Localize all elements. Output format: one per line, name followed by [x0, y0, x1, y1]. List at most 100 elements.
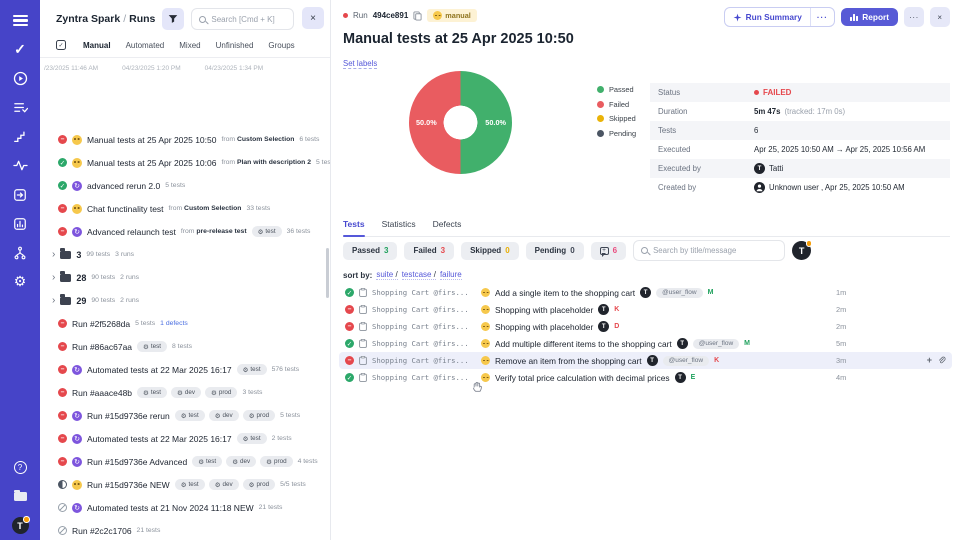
run-source: from Custom Selection	[221, 136, 294, 143]
test-status-icon	[345, 373, 354, 382]
reports-icon[interactable]	[0, 215, 40, 232]
run-summary-more-button[interactable]: ···	[810, 8, 834, 26]
test-row[interactable]: Shopping Cart @firs... Add a single item…	[339, 284, 952, 301]
test-title[interactable]: Remove an item from the shopping cart	[495, 356, 642, 366]
sort-option[interactable]: suite	[376, 270, 397, 280]
legend-label: Failed	[609, 100, 629, 109]
menu-icon[interactable]	[0, 12, 40, 29]
run-defects-link[interactable]: 1 defects	[160, 320, 188, 327]
set-labels-link[interactable]: Set labels	[343, 59, 377, 69]
run-list-item[interactable]: › 3 99 tests 3 runs	[40, 243, 330, 266]
run-list-item[interactable]: Run #2f5268da 5 tests 1 defects	[40, 312, 330, 335]
sidebar-close-button[interactable]: ×	[302, 7, 324, 29]
run-list-item[interactable]: Chat functinality test from Custom Selec…	[40, 197, 330, 220]
run-list-item[interactable]: Advanced relaunch test from pre-release …	[40, 220, 330, 243]
run-status-icon	[58, 204, 67, 213]
runs-filter-tab[interactable]: Unfinished	[216, 41, 254, 50]
runs-filter-tab[interactable]: Manual	[83, 41, 111, 50]
milestones-icon[interactable]	[0, 244, 40, 261]
test-title[interactable]: Shopping with placeholder	[495, 305, 593, 315]
run-status-icon	[58, 457, 67, 466]
enter-box-icon[interactable]	[0, 186, 40, 203]
run-type-icon	[72, 457, 82, 467]
run-list-item[interactable]: Run #15d9736e NEW testdevprod 5/5 tests	[40, 473, 330, 496]
run-test-count: 5 tests	[316, 159, 330, 166]
run-list-item[interactable]: Manual tests at 25 Apr 2025 10:06 from P…	[40, 151, 330, 174]
filter-chip[interactable]: 6	[591, 242, 626, 260]
help-icon[interactable]: ?	[0, 459, 40, 476]
attachment-icon[interactable]	[937, 356, 946, 365]
steps-icon[interactable]	[0, 128, 40, 145]
sort-option[interactable]: testcase	[402, 270, 436, 280]
run-runs-count: 2 runs	[120, 297, 139, 304]
sidebar-search-input[interactable]	[211, 15, 286, 24]
env-chips: test	[237, 364, 267, 375]
runs-filter-tab[interactable]: Groups	[268, 41, 294, 50]
test-row[interactable]: Shopping Cart @firs... Add multiple diff…	[339, 335, 952, 352]
runs-list-icon[interactable]	[0, 99, 40, 116]
run-list-item[interactable]: Manual tests at 25 Apr 2025 10:50 from C…	[40, 128, 330, 151]
check-icon[interactable]: ✓	[0, 41, 40, 58]
filter-chip[interactable]: Pending 0	[526, 242, 584, 260]
test-title[interactable]: Add a single item to the shopping cart	[495, 288, 635, 298]
detail-tab[interactable]: Tests	[343, 219, 365, 236]
run-list-item[interactable]: Automated tests at 21 Nov 2024 11:18 NEW…	[40, 496, 330, 519]
test-title[interactable]: Shopping with placeholder	[495, 322, 593, 332]
detail-tab[interactable]: Defects	[433, 219, 462, 236]
report-button[interactable]: Report	[841, 8, 898, 26]
row-hover-actions[interactable]: +	[927, 356, 946, 365]
test-row[interactable]: Shopping Cart @firs... Verify total pric…	[339, 369, 952, 386]
more-actions-button[interactable]: ···	[904, 7, 924, 27]
chevron-right-icon[interactable]: ›	[52, 296, 55, 306]
files-folder-icon[interactable]	[0, 488, 40, 505]
assignee-filter-avatar[interactable]: T	[792, 241, 811, 260]
test-row[interactable]: Shopping Cart @firs... Shopping with pla…	[339, 301, 952, 318]
run-list-item[interactable]: Automated tests at 22 Mar 2025 16:17 tes…	[40, 358, 330, 381]
filter-button[interactable]	[162, 8, 184, 30]
legend-label: Pending	[609, 129, 636, 138]
detail-tab[interactable]: Statistics	[382, 219, 416, 236]
test-row[interactable]: Shopping Cart @firs... Remove an item fr…	[339, 352, 952, 369]
env-chip: dev	[209, 479, 239, 490]
sort-option[interactable]: failure	[440, 270, 462, 280]
select-all-icon[interactable]: ✓	[56, 40, 66, 50]
run-list-item[interactable]: › 28 90 tests 2 runs	[40, 266, 330, 289]
chevron-right-icon[interactable]: ›	[52, 273, 55, 283]
run-list-item[interactable]: Run #86ac67aa test 8 tests	[40, 335, 330, 358]
pulse-icon[interactable]	[0, 157, 40, 174]
run-list-item[interactable]: advanced rerun 2.0 5 tests	[40, 174, 330, 197]
runs-filter-tab[interactable]: Automated	[126, 41, 165, 50]
test-row[interactable]: Shopping Cart @firs... Shopping with pla…	[339, 318, 952, 335]
run-list-item[interactable]: Automated tests at 22 Mar 2025 16:17 tes…	[40, 427, 330, 450]
runs-filter-tab[interactable]: Mixed	[179, 41, 200, 50]
filter-chip[interactable]: Skipped 0	[461, 242, 519, 260]
gear-icon	[232, 458, 238, 466]
copy-icon[interactable]	[413, 11, 422, 21]
run-list-item[interactable]: Run #2c2c1706 21 tests	[40, 519, 330, 540]
filter-chip[interactable]: Failed 3	[404, 242, 454, 260]
run-summary-button[interactable]: Run Summary ···	[724, 7, 835, 27]
folder-icon	[60, 297, 71, 305]
sidebar-header: Zyntra Spark/Runs ×	[40, 0, 330, 36]
run-id: 494ce891	[373, 11, 409, 20]
play-circle-icon[interactable]	[0, 70, 40, 87]
tag-badge: @user_flow	[656, 288, 702, 298]
test-search[interactable]	[633, 240, 785, 261]
filter-chip[interactable]: Passed 3	[343, 242, 397, 260]
add-result-icon[interactable]: +	[927, 356, 932, 365]
run-list-item[interactable]: Run #15d9736e rerun testdevprod 5 tests	[40, 404, 330, 427]
run-list-item[interactable]: Run #15d9736e Advanced testdevprod 4 tes…	[40, 450, 330, 473]
test-title[interactable]: Add multiple different items to the shop…	[495, 339, 672, 349]
sidebar-scrollbar[interactable]	[326, 248, 329, 298]
user-avatar[interactable]: T	[0, 517, 40, 534]
test-title[interactable]: Verify total price calculation with deci…	[495, 373, 670, 383]
test-search-input[interactable]	[653, 246, 777, 255]
run-source: from Plan with description 2	[221, 159, 311, 166]
chevron-right-icon[interactable]: ›	[52, 250, 55, 260]
run-title: Manual tests at 25 Apr 2025 10:06	[87, 158, 216, 168]
sidebar-search[interactable]	[191, 8, 294, 30]
run-list-item[interactable]: Run #aaace48b testdevprod 3 tests	[40, 381, 330, 404]
run-list-item[interactable]: › 29 90 tests 2 runs	[40, 289, 330, 312]
settings-gear-icon[interactable]: ⚙	[0, 273, 40, 290]
close-panel-button[interactable]: ×	[930, 7, 950, 27]
